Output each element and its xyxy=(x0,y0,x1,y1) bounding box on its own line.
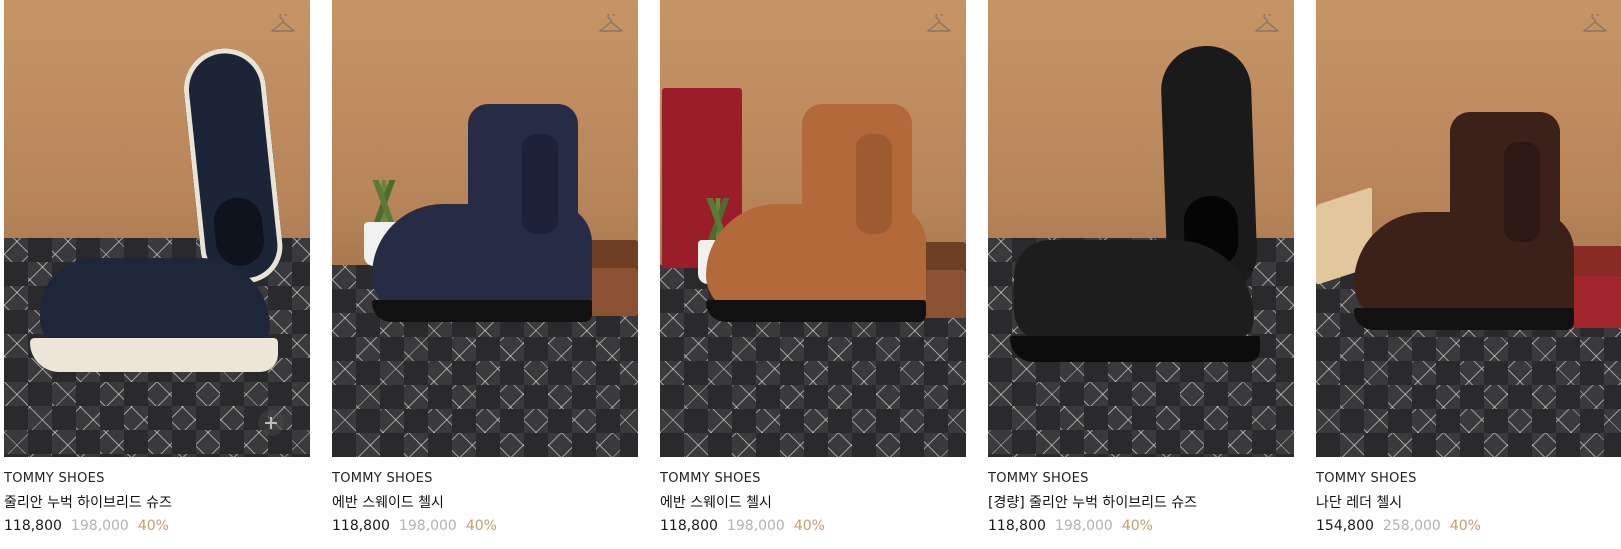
derby-side-view xyxy=(1010,240,1260,370)
discount-rate: 40% xyxy=(1449,518,1481,534)
product-info[interactable]: TOMMY SHOES 줄리안 누벅 하이브리드 슈즈 118,800 198,0… xyxy=(4,470,310,536)
product-name[interactable]: [경량] 줄리안 누벅 하이브리드 슈즈 xyxy=(988,493,1294,513)
original-price: 198,000 xyxy=(70,518,129,534)
chelsea-boot xyxy=(1354,112,1574,342)
product-card[interactable]: TOMMY SHOES 줄리안 누벅 하이브리드 슈즈 118,800 198,0… xyxy=(4,0,310,549)
chelsea-boot xyxy=(706,104,926,334)
original-price: 198,000 xyxy=(726,518,785,534)
product-card[interactable]: TOMMY SHOES 나단 레더 첼시 154,800 258,000 40% xyxy=(1316,0,1621,549)
product-info[interactable]: TOMMY SHOES 나단 레더 첼시 154,800 258,000 40% xyxy=(1316,470,1621,536)
original-price: 198,000 xyxy=(398,518,457,534)
sale-price: 154,800 xyxy=(1316,518,1374,534)
discount-rate: 40% xyxy=(137,518,169,534)
brand-name: TOMMY SHOES xyxy=(1316,471,1417,486)
product-name[interactable]: 에반 스웨이드 첼시 xyxy=(332,493,638,513)
original-price: 258,000 xyxy=(1382,518,1441,534)
sale-price: 118,800 xyxy=(660,518,718,534)
brand-name: TOMMY SHOES xyxy=(988,471,1089,486)
discount-rate: 40% xyxy=(793,518,825,534)
sale-price: 118,800 xyxy=(988,518,1046,534)
hanger-icon[interactable] xyxy=(1582,14,1608,36)
product-info[interactable]: TOMMY SHOES 에반 스웨이드 첼시 118,800 198,000 40% xyxy=(332,470,638,536)
discount-rate: 40% xyxy=(465,518,497,534)
price-row: 118,800 198,000 40% xyxy=(988,516,1294,536)
sale-price: 118,800 xyxy=(4,518,62,534)
brand-name: TOMMY SHOES xyxy=(332,471,433,486)
product-name[interactable]: 줄리안 누벅 하이브리드 슈즈 xyxy=(4,493,310,513)
product-card[interactable]: TOMMY SHOES 에반 스웨이드 첼시 118,800 198,000 40% xyxy=(660,0,966,549)
brand-name: TOMMY SHOES xyxy=(4,471,105,486)
discount-rate: 40% xyxy=(1121,518,1153,534)
hanger-icon[interactable] xyxy=(270,14,296,36)
original-price: 198,000 xyxy=(1054,518,1113,534)
chelsea-boot xyxy=(372,104,592,334)
sale-price: 118,800 xyxy=(332,518,390,534)
product-info[interactable]: TOMMY SHOES [경량] 줄리안 누벅 하이브리드 슈즈 118,800… xyxy=(988,470,1294,536)
hanger-icon[interactable] xyxy=(598,14,624,36)
product-image[interactable] xyxy=(988,0,1294,457)
product-image[interactable] xyxy=(4,0,310,457)
price-row: 154,800 258,000 40% xyxy=(1316,516,1621,536)
hanger-icon[interactable] xyxy=(1254,14,1280,36)
plus-icon[interactable] xyxy=(258,410,284,436)
price-row: 118,800 198,000 40% xyxy=(4,516,310,536)
product-image[interactable] xyxy=(332,0,638,457)
hanger-icon[interactable] xyxy=(926,14,952,36)
price-row: 118,800 198,000 40% xyxy=(660,516,966,536)
product-card[interactable]: TOMMY SHOES 에반 스웨이드 첼시 118,800 198,000 40% xyxy=(332,0,638,549)
product-card[interactable]: TOMMY SHOES [경량] 줄리안 누벅 하이브리드 슈즈 118,800… xyxy=(988,0,1294,549)
product-info[interactable]: TOMMY SHOES 에반 스웨이드 첼시 118,800 198,000 40% xyxy=(660,470,966,536)
price-row: 118,800 198,000 40% xyxy=(332,516,638,536)
product-image[interactable] xyxy=(1316,0,1621,457)
product-image[interactable] xyxy=(660,0,966,457)
product-grid: TOMMY SHOES 줄리안 누벅 하이브리드 슈즈 118,800 198,0… xyxy=(0,0,1621,549)
product-name[interactable]: 에반 스웨이드 첼시 xyxy=(660,493,966,513)
brand-name: TOMMY SHOES xyxy=(660,471,761,486)
product-name[interactable]: 나단 레더 첼시 xyxy=(1316,493,1621,513)
sneaker-side-view xyxy=(30,258,278,376)
